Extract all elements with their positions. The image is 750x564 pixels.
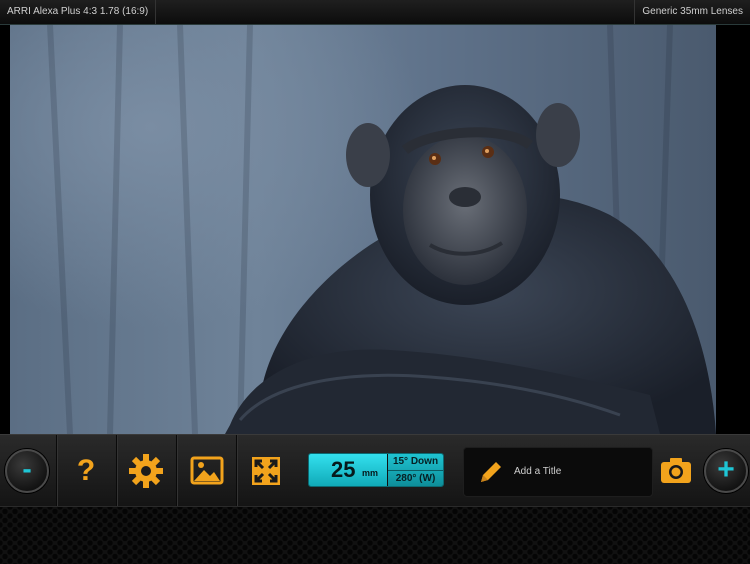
camera-angle-display[interactable]: 15° Down 280° (W): [388, 454, 443, 486]
bottom-toolbar: - ? 25 mm 15° Down 280° (W) Add a Title …: [0, 434, 750, 507]
focal-length-value: 25: [331, 457, 356, 482]
focal-length-display[interactable]: 25 mm: [309, 454, 387, 486]
plus-icon: +: [717, 453, 735, 486]
add-title-field[interactable]: Add a Title: [463, 447, 653, 497]
gear-icon: [129, 454, 163, 488]
settings-button[interactable]: [126, 451, 166, 491]
minus-icon: -: [22, 453, 32, 484]
top-bar: ARRI Alexa Plus 4:3 1.78 (16:9) Generic …: [0, 0, 750, 25]
lens-info-panel[interactable]: 25 mm 15° Down 280° (W): [308, 453, 444, 487]
camera-icon: [661, 458, 691, 483]
help-button[interactable]: ?: [66, 451, 106, 491]
camera-format-label[interactable]: ARRI Alexa Plus 4:3 1.78 (16:9): [0, 0, 157, 24]
focal-length-unit: mm: [362, 468, 379, 478]
fullscreen-button[interactable]: [246, 451, 286, 491]
lens-set-label[interactable]: Generic 35mm Lenses: [634, 0, 750, 24]
zoom-out-button[interactable]: -: [5, 449, 49, 493]
toolbar-divider: [116, 435, 117, 507]
heading-angle: 280° (W): [395, 473, 436, 484]
toolbar-divider: [176, 435, 177, 507]
viewfinder-image[interactable]: [10, 25, 716, 434]
expand-icon: [252, 457, 280, 485]
toolbar-divider: [236, 435, 237, 507]
pencil-icon: [481, 462, 501, 482]
toolbar-divider: [56, 435, 57, 507]
title-placeholder: Add a Title: [514, 466, 562, 477]
help-icon: ?: [76, 454, 96, 487]
tilt-angle: 15° Down: [388, 454, 443, 471]
chimpanzee-photo: [47, 25, 716, 434]
honeycomb-grille: [0, 506, 750, 564]
capture-button[interactable]: [656, 451, 696, 491]
gallery-button[interactable]: [187, 451, 227, 491]
image-icon: [190, 456, 224, 485]
zoom-in-button[interactable]: +: [704, 449, 748, 493]
